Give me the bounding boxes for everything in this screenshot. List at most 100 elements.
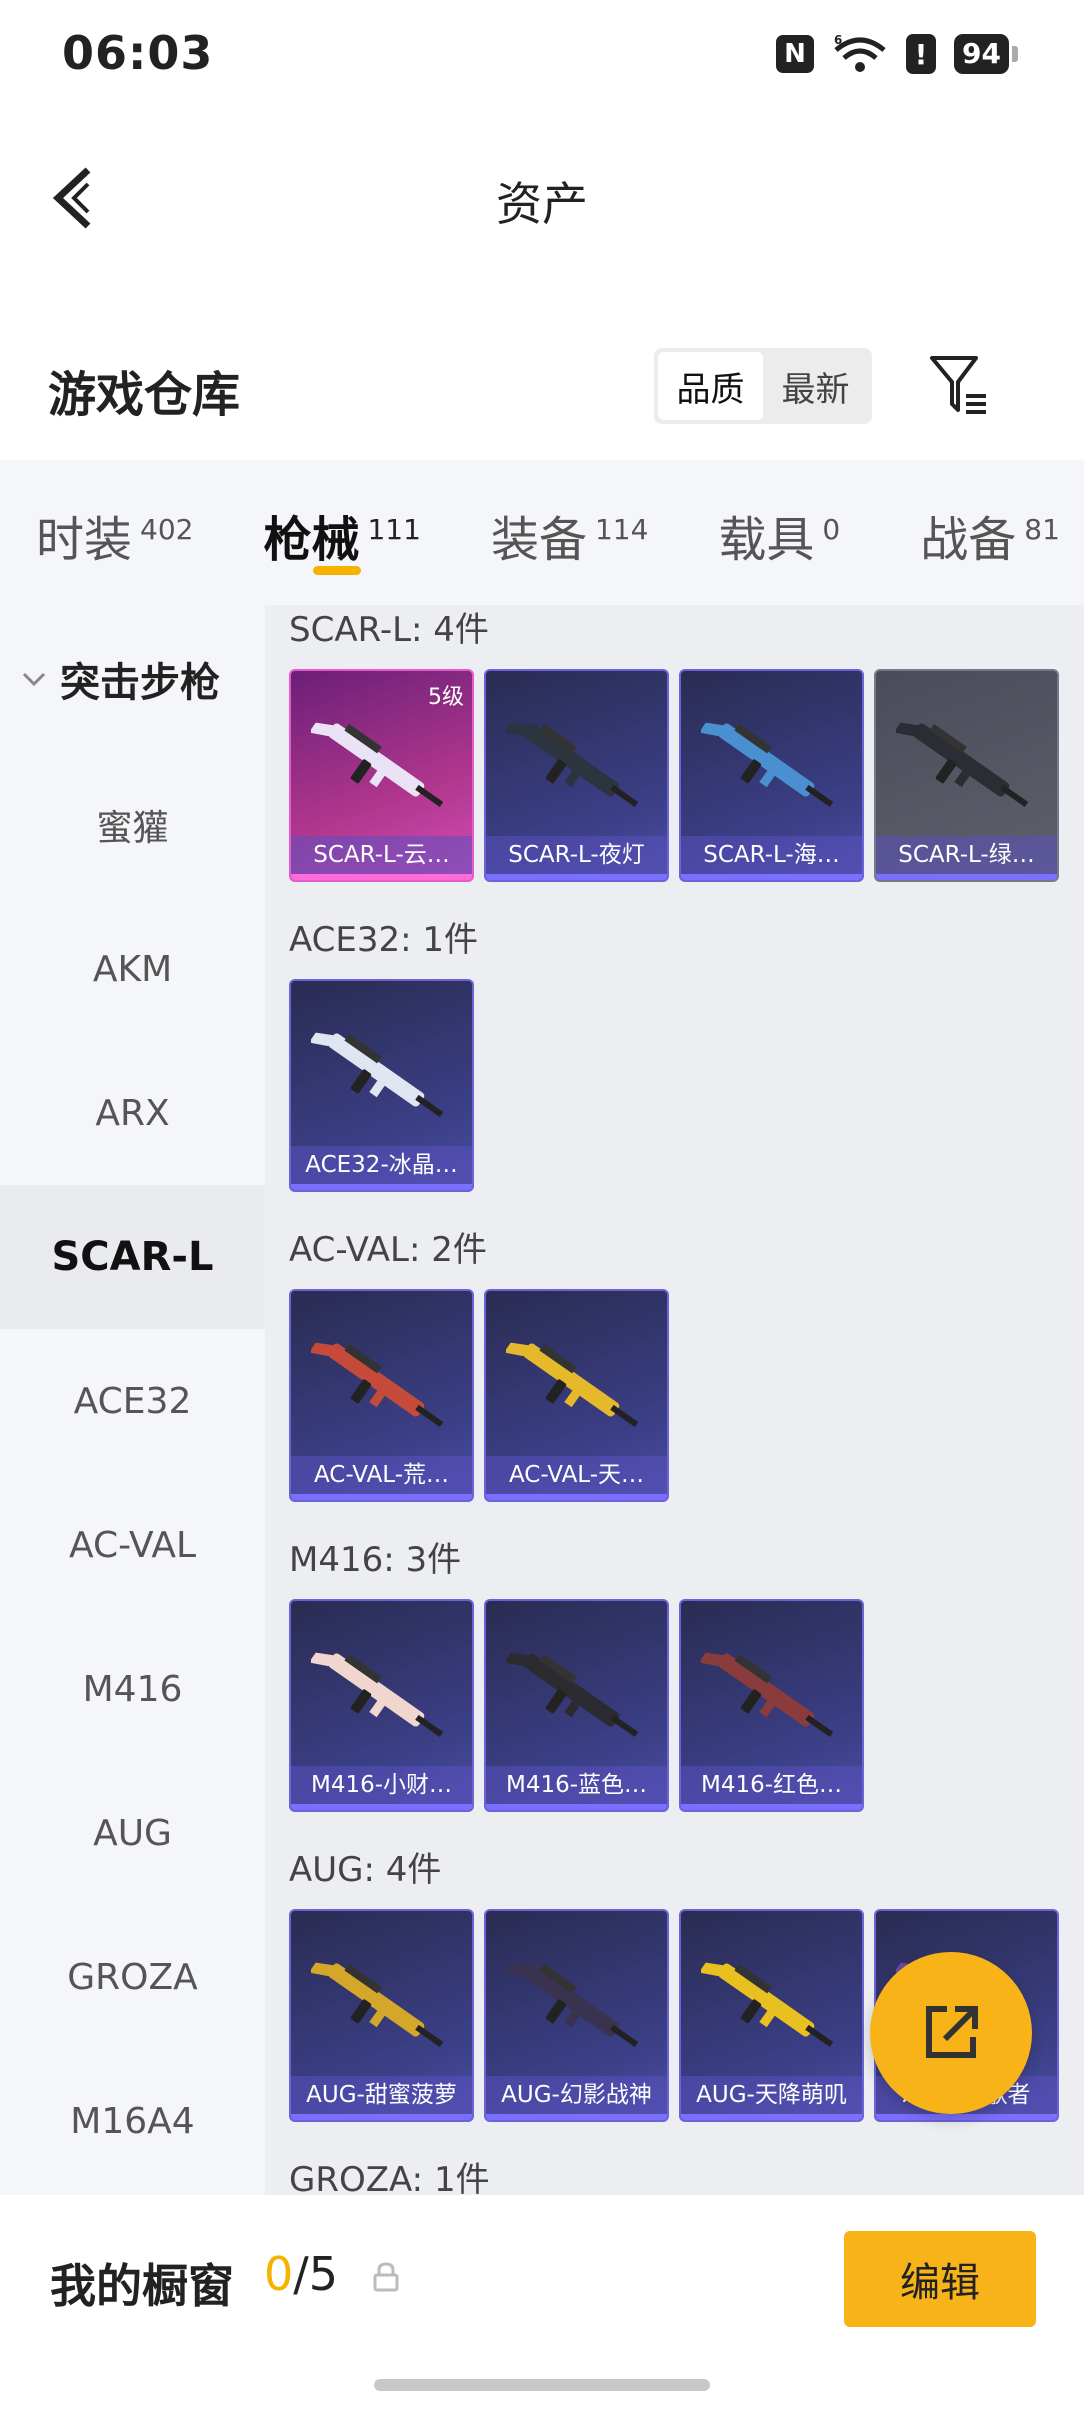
sort-latest-button[interactable]: 最新 [763,352,868,420]
section-header: GROZA: 1件 [289,2160,490,2195]
filter-icon[interactable] [926,352,992,418]
status-bar: 06:03 N 6 ! 94 [0,0,1084,110]
rifle-icon [311,1032,444,1117]
skin-card[interactable]: AUG-幻影战神 [484,1909,669,2122]
skin-card[interactable]: ACE32-冰晶… [289,979,474,1192]
home-indicator [374,2379,710,2391]
rifle-icon [896,722,1029,807]
sidebar-item-ace32[interactable]: ACE32 [0,1329,265,1473]
rifle-icon [701,1652,834,1737]
tab-label: 战备 [920,512,1017,568]
rarity-bar [486,874,667,880]
showcase-current: 0 [264,2247,294,2301]
sidebar-item-m416[interactable]: M416 [0,1617,265,1761]
sidebar-group-label: 突击步枪 [60,660,220,706]
tab-count: 114 [594,513,649,546]
app-header: 资产 [0,110,1084,280]
skin-name: M416-红色… [681,1766,862,1804]
tab-guns[interactable]: 枪械 111 [263,460,421,605]
skin-card[interactable]: M416-蓝色… [484,1599,669,1812]
sidebar-item-honey-badger[interactable]: 蜜獾 [0,753,265,897]
skin-card[interactable]: AUG-甜蜜菠萝 [289,1909,474,2122]
tab-supplies[interactable]: 战备 81 [920,460,1060,605]
weapon-sidebar: 突击步枪 蜜獾 AKM ARX SCAR-L ACE32 AC-VAL M416… [0,605,265,2195]
tab-equipment[interactable]: 装备 114 [491,460,648,605]
skin-name: SCAR-L-绿… [876,836,1057,874]
tab-vehicles[interactable]: 载具 0 [718,460,840,605]
skin-name: SCAR-L-夜灯 [486,836,667,874]
tab-fashion[interactable]: 时装 402 [36,460,193,605]
sidebar-item-aug[interactable]: AUG [0,1761,265,1905]
skin-card[interactable]: SCAR-L-海… [679,669,864,882]
skin-level-badge: 5级 [428,685,464,710]
skin-card[interactable]: AC-VAL-天… [484,1289,669,1502]
skin-name: AUG-幻影战神 [486,2076,667,2114]
sidebar-item-ac-val[interactable]: AC-VAL [0,1473,265,1617]
sort-quality-button[interactable]: 品质 [658,352,763,420]
rarity-bar [486,1804,667,1810]
skin-name: SCAR-L-云… [291,836,472,874]
sidebar-group-assault-rifles[interactable]: 突击步枪 [0,605,265,753]
tab-count: 0 [822,513,841,546]
skin-row: M416-小财… M416-蓝色… M416-红色… [265,1599,1084,1845]
skin-name: ACE32-冰晶… [291,1146,472,1184]
tab-label: 载具 [718,512,815,568]
rifle-icon [506,1342,639,1427]
skin-card[interactable]: AC-VAL-荒… [289,1289,474,1502]
nfc-icon: N [776,35,815,73]
skin-card[interactable]: SCAR-L-夜灯 [484,669,669,882]
page-title: 资产 [496,177,588,231]
skin-card[interactable]: SCAR-L-绿… [874,669,1059,882]
showcase-label: 我的橱窗 [50,2259,234,2313]
rarity-bar [291,1804,472,1810]
tab-count: 402 [140,513,194,546]
battery-icon: 94 [954,34,1018,74]
rifle-icon [701,1962,834,2047]
skin-name: AC-VAL-天… [486,1456,667,1494]
tab-label: 装备 [490,512,587,568]
section-header: SCAR-L: 4件 [289,610,489,650]
skin-row: 5级 SCAR-L-云… SCAR-L-夜灯 SCAR-L-海… SCAR-L-绿… [265,669,1084,915]
rarity-bar [291,1494,472,1500]
rarity-bar [876,874,1057,880]
rifle-icon [506,1962,639,2047]
tab-label: 时装 [36,512,133,568]
sidebar-item-groza[interactable]: GROZA [0,1905,265,2049]
skin-name: AUG-甜蜜菠萝 [291,2076,472,2114]
svg-text:6: 6 [834,34,842,47]
sort-toggle: 品质 最新 [654,348,872,424]
edit-button[interactable]: 编辑 [844,2231,1036,2327]
skin-card[interactable]: 5级 SCAR-L-云… [289,669,474,882]
lock-icon [373,2262,399,2292]
alert-icon: ! [906,34,937,74]
section-header: ACE32: 1件 [289,920,479,960]
section-header: AC-VAL: 2件 [289,1230,487,1270]
skin-name: SCAR-L-海… [681,836,862,874]
skin-row: AC-VAL-荒… AC-VAL-天… [265,1289,1084,1535]
skin-name: AC-VAL-荒… [291,1456,472,1494]
sidebar-item-akm[interactable]: AKM [0,897,265,1041]
sidebar-item-arx[interactable]: ARX [0,1041,265,1185]
rarity-bar [486,1494,667,1500]
rarity-bar [291,2114,472,2120]
showcase-total: /5 [293,2247,339,2301]
sidebar-item-m16a4[interactable]: M16A4 [0,2049,265,2193]
rarity-bar [681,2114,862,2120]
tab-count: 111 [367,513,421,546]
rarity-bar [486,2114,667,2120]
skin-card[interactable]: M416-小财… [289,1599,474,1812]
tab-label: 枪械 [263,512,360,568]
skin-row: ACE32-冰晶… [265,979,1084,1225]
rarity-bar [681,874,862,880]
rifle-icon [506,1652,639,1737]
chevron-down-icon [22,672,46,687]
skin-card[interactable]: M416-红色… [679,1599,864,1812]
share-button[interactable] [870,1952,1032,2114]
status-icons: N 6 ! 94 [776,34,1018,74]
wifi-icon: 6 [834,34,886,72]
skin-card[interactable]: AUG-天降萌叽 [679,1909,864,2122]
sidebar-item-scar-l[interactable]: SCAR-L [0,1185,265,1329]
app-root: 06:03 N 6 ! 94 资产 游戏仓库 品质 最新 时装 402 枪械 1… [0,0,1084,2412]
rifle-icon [506,722,639,807]
status-time: 06:03 [62,26,214,80]
